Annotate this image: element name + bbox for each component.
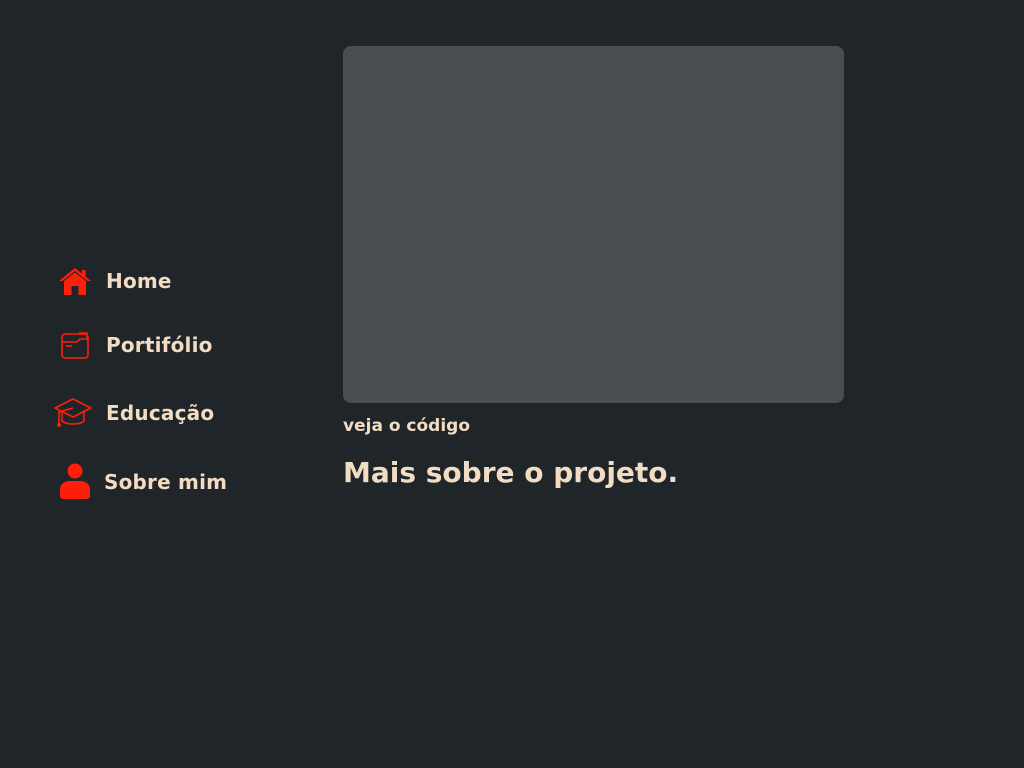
sidebar-item-label: Home (106, 269, 172, 293)
home-icon (55, 261, 95, 301)
page: Home Portifólio Educação Sobre mim veja … (0, 0, 1024, 768)
sidebar-item-about[interactable]: Sobre mim (55, 462, 227, 502)
folder-icon (55, 325, 95, 365)
main-content: veja o código Mais sobre o projeto. (343, 46, 844, 489)
sidebar-item-label: Portifólio (106, 333, 213, 357)
user-icon (55, 462, 95, 502)
sidebar: Home Portifólio Educação Sobre mim (0, 0, 300, 768)
section-title: Mais sobre o projeto. (343, 456, 679, 489)
project-preview (343, 46, 844, 403)
sidebar-item-label: Educação (106, 401, 215, 425)
view-code-link[interactable]: veja o código (343, 416, 470, 436)
sidebar-item-portfolio[interactable]: Portifólio (55, 325, 213, 365)
sidebar-item-education[interactable]: Educação (53, 393, 214, 433)
sidebar-item-home[interactable]: Home (55, 261, 172, 301)
graduation-cap-icon (53, 393, 93, 433)
sidebar-item-label: Sobre mim (104, 470, 228, 494)
